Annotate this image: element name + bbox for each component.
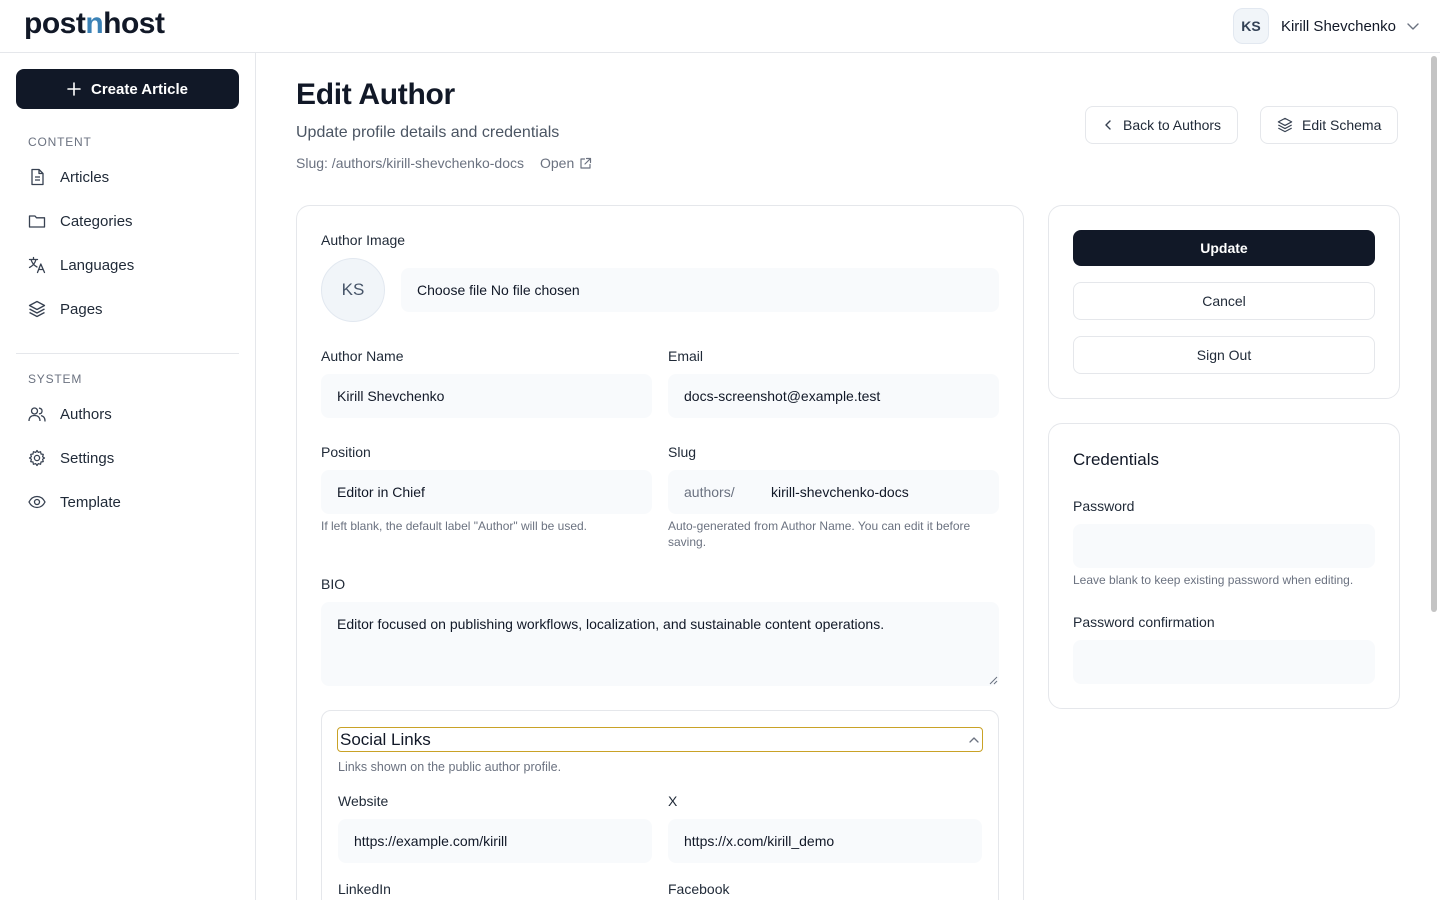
create-article-label: Create Article bbox=[91, 80, 188, 98]
users-icon bbox=[28, 407, 46, 422]
email-label: Email bbox=[668, 348, 704, 364]
chevron-left-icon bbox=[1105, 120, 1111, 130]
top-bar: postnhost KS Kirill Shevchenko bbox=[0, 0, 1440, 53]
eye-icon bbox=[28, 495, 46, 509]
section-label-content: CONTENT bbox=[28, 135, 92, 149]
author-image-label: Author Image bbox=[321, 232, 406, 248]
author-name-label: Author Name bbox=[321, 348, 404, 364]
create-article-button[interactable]: Create Article bbox=[16, 69, 239, 109]
x-label: X bbox=[668, 793, 678, 809]
sidebar-item-categories[interactable]: Categories bbox=[28, 209, 133, 233]
email-input[interactable]: docs-screenshot@example.test bbox=[668, 374, 999, 418]
translate-icon bbox=[28, 256, 46, 274]
website-label: Website bbox=[338, 793, 389, 809]
position-input[interactable]: Editor in Chief bbox=[321, 470, 652, 514]
logo-accent: n bbox=[85, 7, 104, 40]
social-links-toggle[interactable]: Social Links bbox=[337, 727, 983, 752]
logo[interactable]: postnhost bbox=[24, 7, 165, 41]
open-label: Open bbox=[540, 155, 575, 171]
sidebar-item-label: Template bbox=[60, 493, 121, 511]
sign-out-button[interactable]: Sign Out bbox=[1073, 336, 1375, 374]
back-label: Back to Authors bbox=[1123, 117, 1222, 133]
cancel-button[interactable]: Cancel bbox=[1073, 282, 1375, 320]
user-menu[interactable]: KS Kirill Shevchenko bbox=[1232, 8, 1420, 44]
layers-icon bbox=[28, 300, 46, 318]
linkedin-label: LinkedIn bbox=[338, 881, 391, 897]
website-input[interactable]: https://example.com/kirill bbox=[338, 819, 652, 863]
bio-textarea[interactable]: Editor focused on publishing workflows, … bbox=[321, 602, 999, 686]
page-subtitle: Update profile details and credentials bbox=[296, 124, 560, 141]
open-link[interactable]: Open bbox=[540, 155, 592, 171]
page-scrollbar[interactable] bbox=[1431, 56, 1437, 612]
logo-text-2: host bbox=[103, 7, 165, 40]
slug-hint: Auto-generated from Author Name. You can… bbox=[668, 519, 971, 549]
external-link-icon bbox=[580, 157, 592, 169]
position-hint: If left blank, the default label "Author… bbox=[321, 519, 588, 533]
password-confirmation-input[interactable] bbox=[1073, 640, 1375, 684]
sidebar-item-label: Pages bbox=[60, 300, 103, 318]
user-avatar: KS bbox=[1232, 8, 1269, 44]
password-confirmation-label: Password confirmation bbox=[1073, 614, 1215, 630]
author-name-input[interactable]: Kirill Shevchenko bbox=[321, 374, 652, 418]
slug-label: Slug bbox=[668, 444, 697, 460]
update-button[interactable]: Update bbox=[1073, 230, 1375, 266]
sidebar-item-template[interactable]: Template bbox=[28, 490, 121, 514]
folder-icon bbox=[28, 215, 46, 228]
gear-icon bbox=[28, 449, 46, 467]
logo-text-1: post bbox=[24, 7, 86, 40]
sidebar-item-articles[interactable]: Articles bbox=[28, 165, 109, 189]
password-input[interactable] bbox=[1073, 524, 1375, 568]
sidebar: Create Article CONTENT Articles Categori… bbox=[0, 53, 256, 900]
document-icon bbox=[31, 168, 44, 186]
page-title: Edit Author bbox=[296, 78, 455, 111]
social-links-title: Social Links bbox=[340, 729, 431, 749]
credentials-title: Credentials bbox=[1073, 450, 1159, 469]
sidebar-item-authors[interactable]: Authors bbox=[28, 402, 112, 426]
position-label: Position bbox=[321, 444, 371, 460]
chevron-up-icon bbox=[969, 736, 979, 743]
author-avatar: KS bbox=[321, 258, 385, 322]
slug-prefix: authors/ bbox=[684, 484, 735, 500]
slug-text: Slug: /authors/kirill-shevchenko-docs bbox=[296, 155, 524, 171]
sidebar-item-pages[interactable]: Pages bbox=[28, 297, 103, 321]
section-label-system: SYSTEM bbox=[28, 372, 83, 386]
schema-label: Edit Schema bbox=[1302, 117, 1382, 133]
bio-label: BIO bbox=[321, 576, 346, 592]
sidebar-item-label: Settings bbox=[60, 449, 115, 467]
sidebar-item-settings[interactable]: Settings bbox=[28, 446, 114, 470]
resize-handle-icon[interactable] bbox=[988, 675, 998, 685]
slug-input[interactable]: authors/ kirill-shevchenko-docs bbox=[668, 470, 999, 514]
sidebar-item-label: Languages bbox=[60, 256, 135, 274]
sidebar-divider bbox=[16, 353, 239, 354]
sidebar-item-label: Articles bbox=[60, 168, 110, 186]
sidebar-item-languages[interactable]: Languages bbox=[28, 253, 134, 277]
facebook-label: Facebook bbox=[668, 881, 730, 897]
author-image-file-input[interactable]: Choose file No file chosen bbox=[401, 268, 999, 312]
user-name: Kirill Shevchenko bbox=[1280, 17, 1396, 35]
layers-icon bbox=[1277, 117, 1293, 133]
x-input[interactable]: https://x.com/kirill_demo bbox=[668, 819, 982, 863]
sidebar-item-label: Authors bbox=[60, 405, 112, 423]
chevron-down-icon bbox=[1407, 23, 1419, 30]
slug-line: Slug: /authors/kirill-shevchenko-docs Op… bbox=[296, 155, 592, 171]
slug-value: kirill-shevchenko-docs bbox=[771, 484, 909, 500]
sidebar-item-label: Categories bbox=[60, 212, 133, 230]
password-label: Password bbox=[1073, 498, 1135, 514]
social-links-hint: Links shown on the public author profile… bbox=[338, 760, 562, 774]
plus-icon bbox=[67, 82, 81, 96]
password-hint: Leave blank to keep existing password wh… bbox=[1073, 573, 1354, 587]
back-to-authors-button[interactable]: Back to Authors bbox=[1085, 106, 1239, 144]
edit-schema-button[interactable]: Edit Schema bbox=[1260, 106, 1399, 144]
